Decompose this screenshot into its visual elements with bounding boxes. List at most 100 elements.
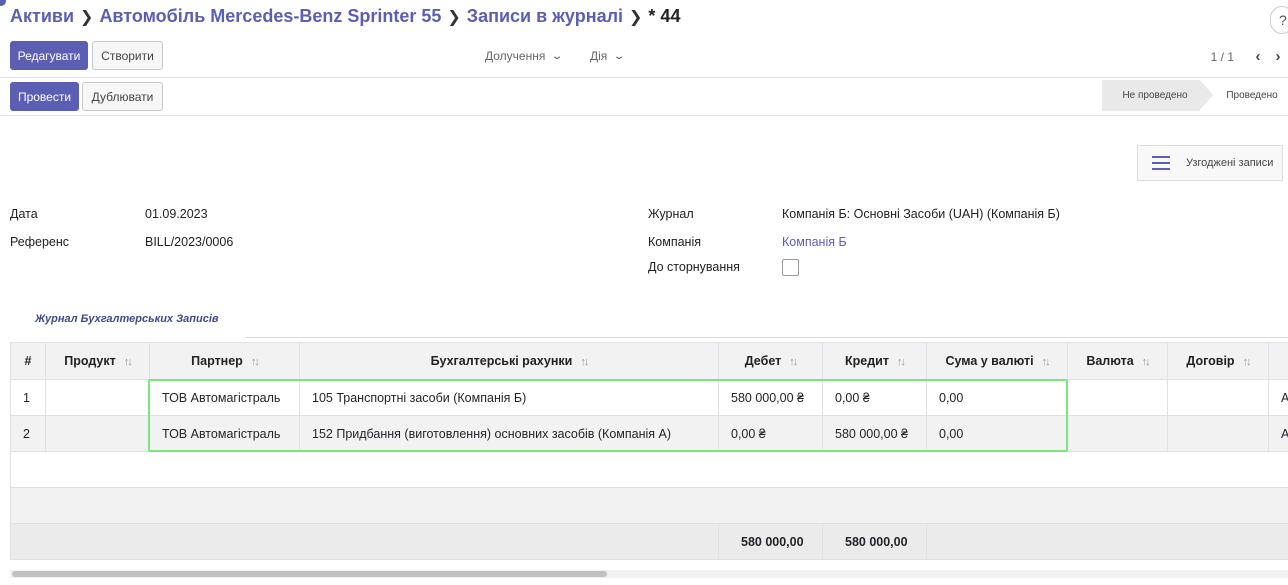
- cell-overflow: А: [1268, 415, 1288, 452]
- chevron-right-icon: ❯: [629, 8, 643, 26]
- cell-debit[interactable]: 580 000,00 ₴: [718, 379, 823, 416]
- table-row[interactable]: 2 ТОВ Автомагістраль 152 Придбання (виго…: [10, 415, 1288, 452]
- cell-partner[interactable]: ТОВ Автомагістраль: [149, 379, 300, 416]
- chevron-right-icon: ❯: [447, 8, 461, 26]
- column-header-currency[interactable]: Валюта ↑↓: [1067, 342, 1168, 380]
- column-header-credit[interactable]: Кредит ↑↓: [822, 342, 927, 380]
- cell-credit[interactable]: 580 000,00 ₴: [822, 415, 927, 452]
- column-header-label: Дебет: [744, 354, 782, 368]
- sort-icon: ↑↓: [1041, 356, 1051, 368]
- column-header-product[interactable]: Продукт ↑↓: [45, 342, 150, 380]
- column-header-index: #: [10, 342, 46, 380]
- to-reverse-label: До сторнування: [648, 260, 740, 274]
- divider: [0, 77, 1288, 78]
- total-debit: 580 000,00: [718, 523, 823, 560]
- breadcrumb: Активи ❯ Автомобіль Mercedes-Benz Sprint…: [10, 6, 680, 27]
- breadcrumb-item-asset[interactable]: Автомобіль Mercedes-Benz Sprinter 55: [99, 6, 441, 27]
- cell-overflow: А: [1268, 379, 1288, 416]
- pager-value[interactable]: 1 / 1: [1211, 50, 1234, 64]
- column-header-label: Продукт: [64, 354, 116, 368]
- table-header-row: # Продукт ↑↓ Партнер ↑↓ Бухгалтерські раху…: [10, 342, 1288, 380]
- column-header-partner[interactable]: Партнер ↑↓: [149, 342, 300, 380]
- cell-contract[interactable]: [1167, 415, 1269, 452]
- column-header-label: Сума у валюті: [945, 354, 1034, 368]
- cell-index: 2: [10, 415, 46, 452]
- column-header-amount-currency[interactable]: Сума у валюті ↑↓: [926, 342, 1068, 380]
- pager-previous-icon[interactable]: ‹: [1248, 48, 1268, 65]
- sort-icon: ↑↓: [896, 356, 906, 368]
- sort-icon: ↑↓: [789, 356, 798, 368]
- journal-items-table: # Продукт ↑↓ Партнер ↑↓ Бухгалтерські раху…: [10, 342, 1288, 560]
- totals-spacer: [10, 523, 719, 560]
- cell-debit[interactable]: 0,00 ₴: [718, 415, 823, 452]
- action-dropdown-label: Дія: [590, 49, 608, 63]
- company-link[interactable]: Компанія Б: [782, 235, 847, 249]
- print-dropdown[interactable]: Долучення ⌄: [485, 49, 564, 63]
- chevron-right-icon: ❯: [80, 8, 94, 26]
- action-dropdown[interactable]: Дія ⌄: [590, 49, 626, 63]
- cell-currency[interactable]: [1067, 415, 1168, 452]
- cell-credit[interactable]: 0,00 ₴: [822, 379, 927, 416]
- chevron-down-icon: ⌄: [613, 50, 626, 62]
- column-header-label: Валюта: [1086, 354, 1134, 368]
- status-stage-posted[interactable]: Проведено: [1200, 80, 1288, 111]
- cell-amount-currency[interactable]: 0,00: [926, 415, 1068, 452]
- cell-partner[interactable]: ТОВ Автомагістраль: [149, 415, 300, 452]
- status-stage-draft[interactable]: Не проведено: [1102, 80, 1213, 111]
- journal-value: Компанія Б: Основні Засоби (UAH) (Компан…: [782, 207, 1060, 221]
- divider: [0, 115, 1288, 116]
- date-label: Дата: [10, 207, 38, 221]
- cell-product[interactable]: [45, 379, 150, 416]
- create-button[interactable]: Створити: [92, 41, 163, 70]
- reference-value: BILL/2023/0006: [145, 235, 234, 249]
- edit-button[interactable]: Редагувати: [10, 41, 88, 70]
- sort-icon: ↑↓: [123, 356, 133, 368]
- totals-row: 580 000,00 580 000,00: [10, 523, 1288, 560]
- reconciled-entries-button[interactable]: Узгоджені записи: [1137, 145, 1283, 181]
- empty-cell: [10, 451, 1288, 488]
- tab-journal-items[interactable]: Журнал Бухгалтерських Записів: [10, 305, 246, 338]
- table-row[interactable]: 1 ТОВ Автомагістраль 105 Транспортні зас…: [10, 379, 1288, 416]
- list-icon: [1152, 152, 1170, 174]
- journal-label: Журнал: [648, 207, 694, 221]
- sort-icon: ↑↓: [250, 356, 260, 368]
- cell-currency[interactable]: [1067, 379, 1168, 416]
- pager-next-icon[interactable]: ›: [1268, 48, 1288, 65]
- cell-product[interactable]: [45, 415, 150, 452]
- breadcrumb-item-journal-entries[interactable]: Записи в журналі: [467, 6, 623, 27]
- to-reverse-checkbox[interactable]: [782, 259, 799, 276]
- cell-amount-currency[interactable]: 0,00: [926, 379, 1068, 416]
- empty-cell: [10, 487, 1288, 524]
- reconciled-entries-label: Узгоджені записи: [1186, 157, 1274, 169]
- cell-account[interactable]: 152 Придбання (виготовлення) основних за…: [299, 415, 719, 452]
- column-header-label: #: [24, 354, 32, 368]
- empty-row: [10, 451, 1288, 488]
- help-button[interactable]: ?: [1270, 6, 1288, 34]
- sort-icon: ↑↓: [580, 356, 589, 368]
- column-header-overflow: [1268, 342, 1288, 380]
- total-credit: 580 000,00: [822, 523, 927, 560]
- cell-account[interactable]: 105 Транспортні засоби (Компанія Б): [299, 379, 719, 416]
- column-header-debit[interactable]: Дебет ↑↓: [718, 342, 823, 380]
- breadcrumb-item-assets[interactable]: Активи: [10, 6, 74, 27]
- column-header-label: Бухгалтерські рахунки: [430, 354, 573, 368]
- scrollbar-thumb[interactable]: [12, 571, 607, 577]
- column-header-label: Договір: [1186, 354, 1235, 368]
- column-header-account[interactable]: Бухгалтерські рахунки ↑↓: [299, 342, 719, 380]
- cell-index: 1: [10, 379, 46, 416]
- cell-contract[interactable]: [1167, 379, 1269, 416]
- page-title: * 44: [648, 6, 681, 26]
- duplicate-button[interactable]: Дублювати: [82, 82, 163, 111]
- column-header-label: Кредит: [845, 354, 889, 368]
- status-bar: Не проведено Проведено: [1102, 80, 1288, 111]
- reference-label: Референс: [10, 235, 70, 249]
- sort-icon: ↑↓: [1141, 356, 1151, 368]
- pager: 1 / 1 ‹ ›: [1211, 48, 1288, 65]
- column-header-contract[interactable]: Договір ↑↓: [1167, 342, 1269, 380]
- empty-row: [10, 487, 1288, 524]
- totals-spacer: [926, 523, 1288, 560]
- company-label: Компанія: [648, 235, 701, 249]
- print-dropdown-label: Долучення: [485, 49, 546, 63]
- post-button[interactable]: Провести: [10, 82, 79, 111]
- corner-indicator: [0, 0, 6, 6]
